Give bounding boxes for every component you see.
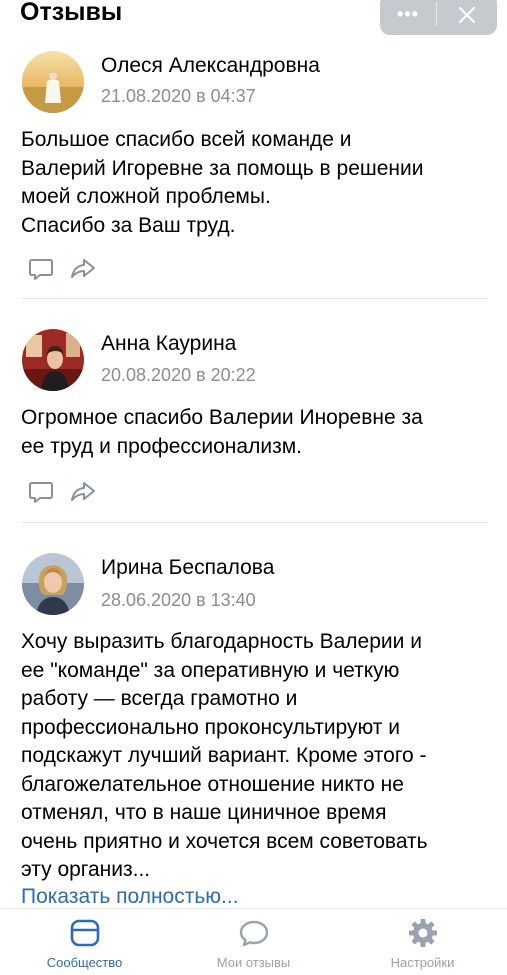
avatar-woman-blonde-image bbox=[22, 553, 84, 615]
bottom-tab-bar: Сообщество Мои отзывы Настройки bbox=[0, 908, 507, 975]
review-text: Хочу выразить благодарность Валерии и ее… bbox=[21, 630, 428, 881]
close-icon bbox=[458, 6, 476, 23]
avatar[interactable] bbox=[22, 329, 84, 391]
header-controls: ••• bbox=[380, 0, 497, 35]
review-text: Огромное спасибо Валерии Инoревне за ее … bbox=[21, 406, 423, 458]
divider bbox=[21, 522, 487, 523]
page-header: Отзывы ••• bbox=[0, 0, 507, 35]
gear-icon bbox=[408, 919, 437, 947]
avatar[interactable] bbox=[22, 51, 84, 113]
comment-icon[interactable] bbox=[27, 255, 55, 283]
review-date[interactable]: 21.08.2020 в 04:37 bbox=[101, 85, 256, 107]
review-author[interactable]: Олеся Александровна bbox=[101, 53, 320, 79]
share-icon[interactable] bbox=[69, 255, 97, 283]
review-author[interactable]: Анна Каурина bbox=[101, 331, 236, 357]
tab-label: Мои отзывы bbox=[216, 955, 291, 970]
divider bbox=[21, 298, 487, 299]
comment-icon[interactable] bbox=[27, 478, 55, 506]
tab-my-reviews[interactable]: Мои отзывы bbox=[169, 909, 338, 975]
review-date[interactable]: 20.08.2020 в 20:22 bbox=[101, 364, 256, 386]
tab-community[interactable]: Сообщество bbox=[0, 909, 169, 975]
tab-settings[interactable]: Настройки bbox=[338, 909, 507, 975]
page-title: Отзывы bbox=[20, 0, 123, 26]
review-date[interactable]: 28.06.2020 в 13:40 bbox=[101, 589, 256, 611]
more-button[interactable]: ••• bbox=[380, 0, 436, 35]
avatar[interactable] bbox=[22, 553, 84, 615]
tab-label: Настройки bbox=[390, 955, 455, 970]
chat-bubble-icon bbox=[239, 920, 268, 947]
avatar-woman-red-room-image bbox=[22, 329, 84, 391]
tab-label: Сообщество bbox=[46, 955, 123, 970]
avatar-field-image bbox=[22, 51, 84, 113]
review-author[interactable]: Ирина Беспалова bbox=[101, 555, 274, 581]
close-button[interactable] bbox=[437, 0, 497, 35]
community-icon bbox=[70, 919, 99, 947]
show-more-link[interactable]: Показать полностью... bbox=[21, 883, 239, 911]
review-text: Большое спасибо всей команде и Валерий И… bbox=[21, 128, 424, 237]
share-icon[interactable] bbox=[69, 478, 97, 506]
more-dots-icon: ••• bbox=[397, 4, 419, 24]
